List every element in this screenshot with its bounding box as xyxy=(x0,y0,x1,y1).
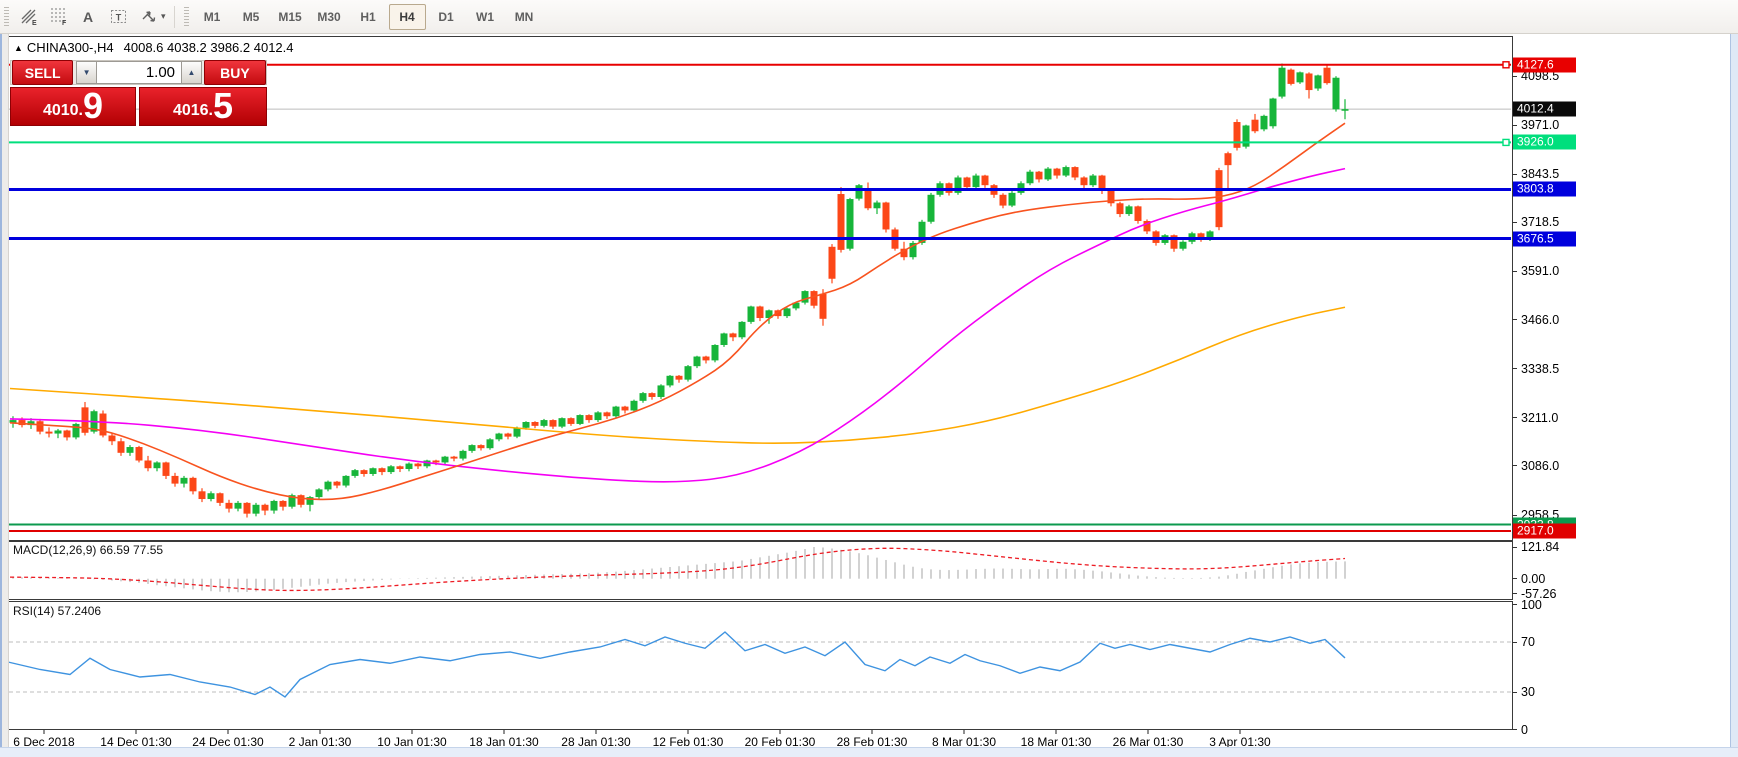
price-tick-dash xyxy=(1512,124,1517,126)
indicator-tick-label: 121.84 xyxy=(1521,540,1560,554)
price-tick-label: 3971.0 xyxy=(1521,118,1560,133)
ohlc-values: 4008.6 4038.2 3986.2 4012.4 xyxy=(123,40,294,55)
buy-price-big-digit: 5 xyxy=(213,85,234,126)
moving-averages xyxy=(9,122,1346,501)
ma-fast-line xyxy=(9,122,1346,501)
tf-button-M1[interactable]: M1 xyxy=(194,4,231,30)
price-tick-dash xyxy=(1512,173,1517,175)
price-tick-label: 3718.5 xyxy=(1521,215,1560,230)
price-tick-dash xyxy=(1512,465,1517,467)
symbol-title: CHINA300-,H4 xyxy=(26,40,114,55)
tf-button-M15[interactable]: M15 xyxy=(272,4,309,30)
tf-button-D1[interactable]: D1 xyxy=(428,4,465,30)
price-tick-dash xyxy=(1512,417,1517,419)
toolbar-grip2[interactable] xyxy=(183,6,189,27)
price-tiles: 4010. 9 4016. 5 xyxy=(10,87,267,126)
indicator-tick-dash xyxy=(1512,729,1517,730)
toolbar-icon-group: EFAT xyxy=(13,4,163,30)
price-tick-dash xyxy=(1512,514,1517,516)
buy-price-tile[interactable]: 4016. 5 xyxy=(139,87,267,126)
price-tick-label: 3466.0 xyxy=(1521,312,1560,327)
date-ticks xyxy=(43,730,1241,734)
macd-label: MACD(12,26,9) 66.59 77.55 xyxy=(13,543,164,557)
indicator-tick-dash xyxy=(1512,593,1517,595)
diagonal-arrows-icon[interactable] xyxy=(134,4,162,30)
crosshatch-e-icon[interactable]: E xyxy=(14,4,42,30)
indicator-tick-dash xyxy=(1512,546,1517,548)
price-badge: 3676.5 xyxy=(1513,231,1576,246)
buy-button[interactable]: BUY xyxy=(203,60,267,85)
indicator-tick-label: 30 xyxy=(1521,685,1535,699)
toolbar-separator xyxy=(173,5,175,28)
window-right-edge[interactable] xyxy=(1730,0,1738,757)
price-badge: 2917.0 xyxy=(1513,523,1576,539)
letter-a-icon[interactable]: A xyxy=(74,4,102,30)
text-box-icon[interactable]: T xyxy=(104,4,132,30)
volume-decrease-button[interactable]: ▼ xyxy=(76,61,98,84)
price-badge: 3926.0 xyxy=(1513,134,1576,150)
volume-increase-button[interactable]: ▲ xyxy=(181,61,202,84)
volume-input[interactable] xyxy=(97,61,182,84)
tf-button-MN[interactable]: MN xyxy=(506,4,543,30)
one-click-trade-panel: SELL ▼ ▲ BUY 4010.9 4016.5 xyxy=(10,55,267,126)
sell-price-tile[interactable]: 4010. 9 xyxy=(10,87,136,126)
svg-text:A: A xyxy=(82,9,92,25)
trade-row: SELL ▼ ▲ BUY xyxy=(10,60,267,85)
price-badge: 4012.4 xyxy=(1513,101,1576,117)
main-toolbar: E F A T ▾ M1 M5 M15 M30 H1 H4 D1 W1 MN xyxy=(0,0,1738,34)
indicator-tick-dash xyxy=(1512,578,1517,580)
sell-button[interactable]: SELL xyxy=(12,60,74,85)
price-badge: 4127.6 xyxy=(1513,57,1576,73)
panel-borders xyxy=(8,36,1513,730)
tf-button-M30[interactable]: M30 xyxy=(311,4,348,30)
svg-text:E: E xyxy=(32,20,37,26)
chevron-down-icon[interactable]: ▾ xyxy=(161,11,166,22)
price-tick-dash xyxy=(1512,75,1517,77)
horizontal-level-lines[interactable] xyxy=(9,61,1511,532)
indicator-tick-label: 100 xyxy=(1521,597,1542,612)
timeframe-group: M1 M5 M15 M30 H1 H4 D1 W1 MN xyxy=(193,3,544,30)
indicator-tick-label: 0.00 xyxy=(1521,571,1546,586)
indicator-tick-dash xyxy=(1512,604,1517,605)
tf-button-H1[interactable]: H1 xyxy=(350,4,387,30)
collapse-icon[interactable]: ▲ xyxy=(14,43,23,53)
candles-layer xyxy=(9,63,1349,518)
tf-button-H4[interactable]: H4 xyxy=(388,3,426,30)
price-tick-label: 3843.5 xyxy=(1521,167,1560,182)
indicator-tick-label: 0 xyxy=(1521,722,1528,737)
price-badge: 3803.8 xyxy=(1513,181,1576,197)
price-tick-label: 3591.0 xyxy=(1521,264,1560,279)
window-bottom-edge xyxy=(0,747,1738,757)
rsi-label: RSI(14) 57.2406 xyxy=(13,604,102,618)
tf-button-W1[interactable]: W1 xyxy=(467,4,504,30)
sell-price-big-digit: 9 xyxy=(83,85,104,126)
ma-mid-line xyxy=(9,167,1346,483)
rsi-indicator xyxy=(7,631,1511,698)
sell-price-int: 4010 xyxy=(42,102,79,119)
indicator-tick-dash xyxy=(1512,691,1517,693)
indicator-tick-label: 70 xyxy=(1521,635,1535,649)
svg-text:F: F xyxy=(62,20,67,26)
window-left-edge xyxy=(0,34,9,757)
indicator-tick-dash xyxy=(1512,641,1517,643)
price-tick-dash xyxy=(1512,368,1517,370)
price-tick-label: 3086.0 xyxy=(1521,458,1560,473)
ma-slow-line xyxy=(9,306,1346,444)
toolbar-grip[interactable] xyxy=(4,6,9,27)
price-tick-dash xyxy=(1512,319,1517,321)
price-tick-label: 3338.5 xyxy=(1521,361,1560,376)
svg-text:T: T xyxy=(115,13,121,23)
grid-f-icon[interactable]: F xyxy=(44,4,72,30)
buy-price-int: 4016 xyxy=(172,102,209,119)
macd-indicator xyxy=(9,547,1346,593)
chart-header: ▲ CHINA300-,H4 4008.6 4038.2 3986.2 4012.4 xyxy=(14,40,294,55)
tf-button-M5[interactable]: M5 xyxy=(233,4,270,30)
price-tick-dash xyxy=(1512,221,1517,223)
price-tick-label: 3211.0 xyxy=(1521,410,1559,425)
price-tick-dash xyxy=(1512,270,1517,272)
